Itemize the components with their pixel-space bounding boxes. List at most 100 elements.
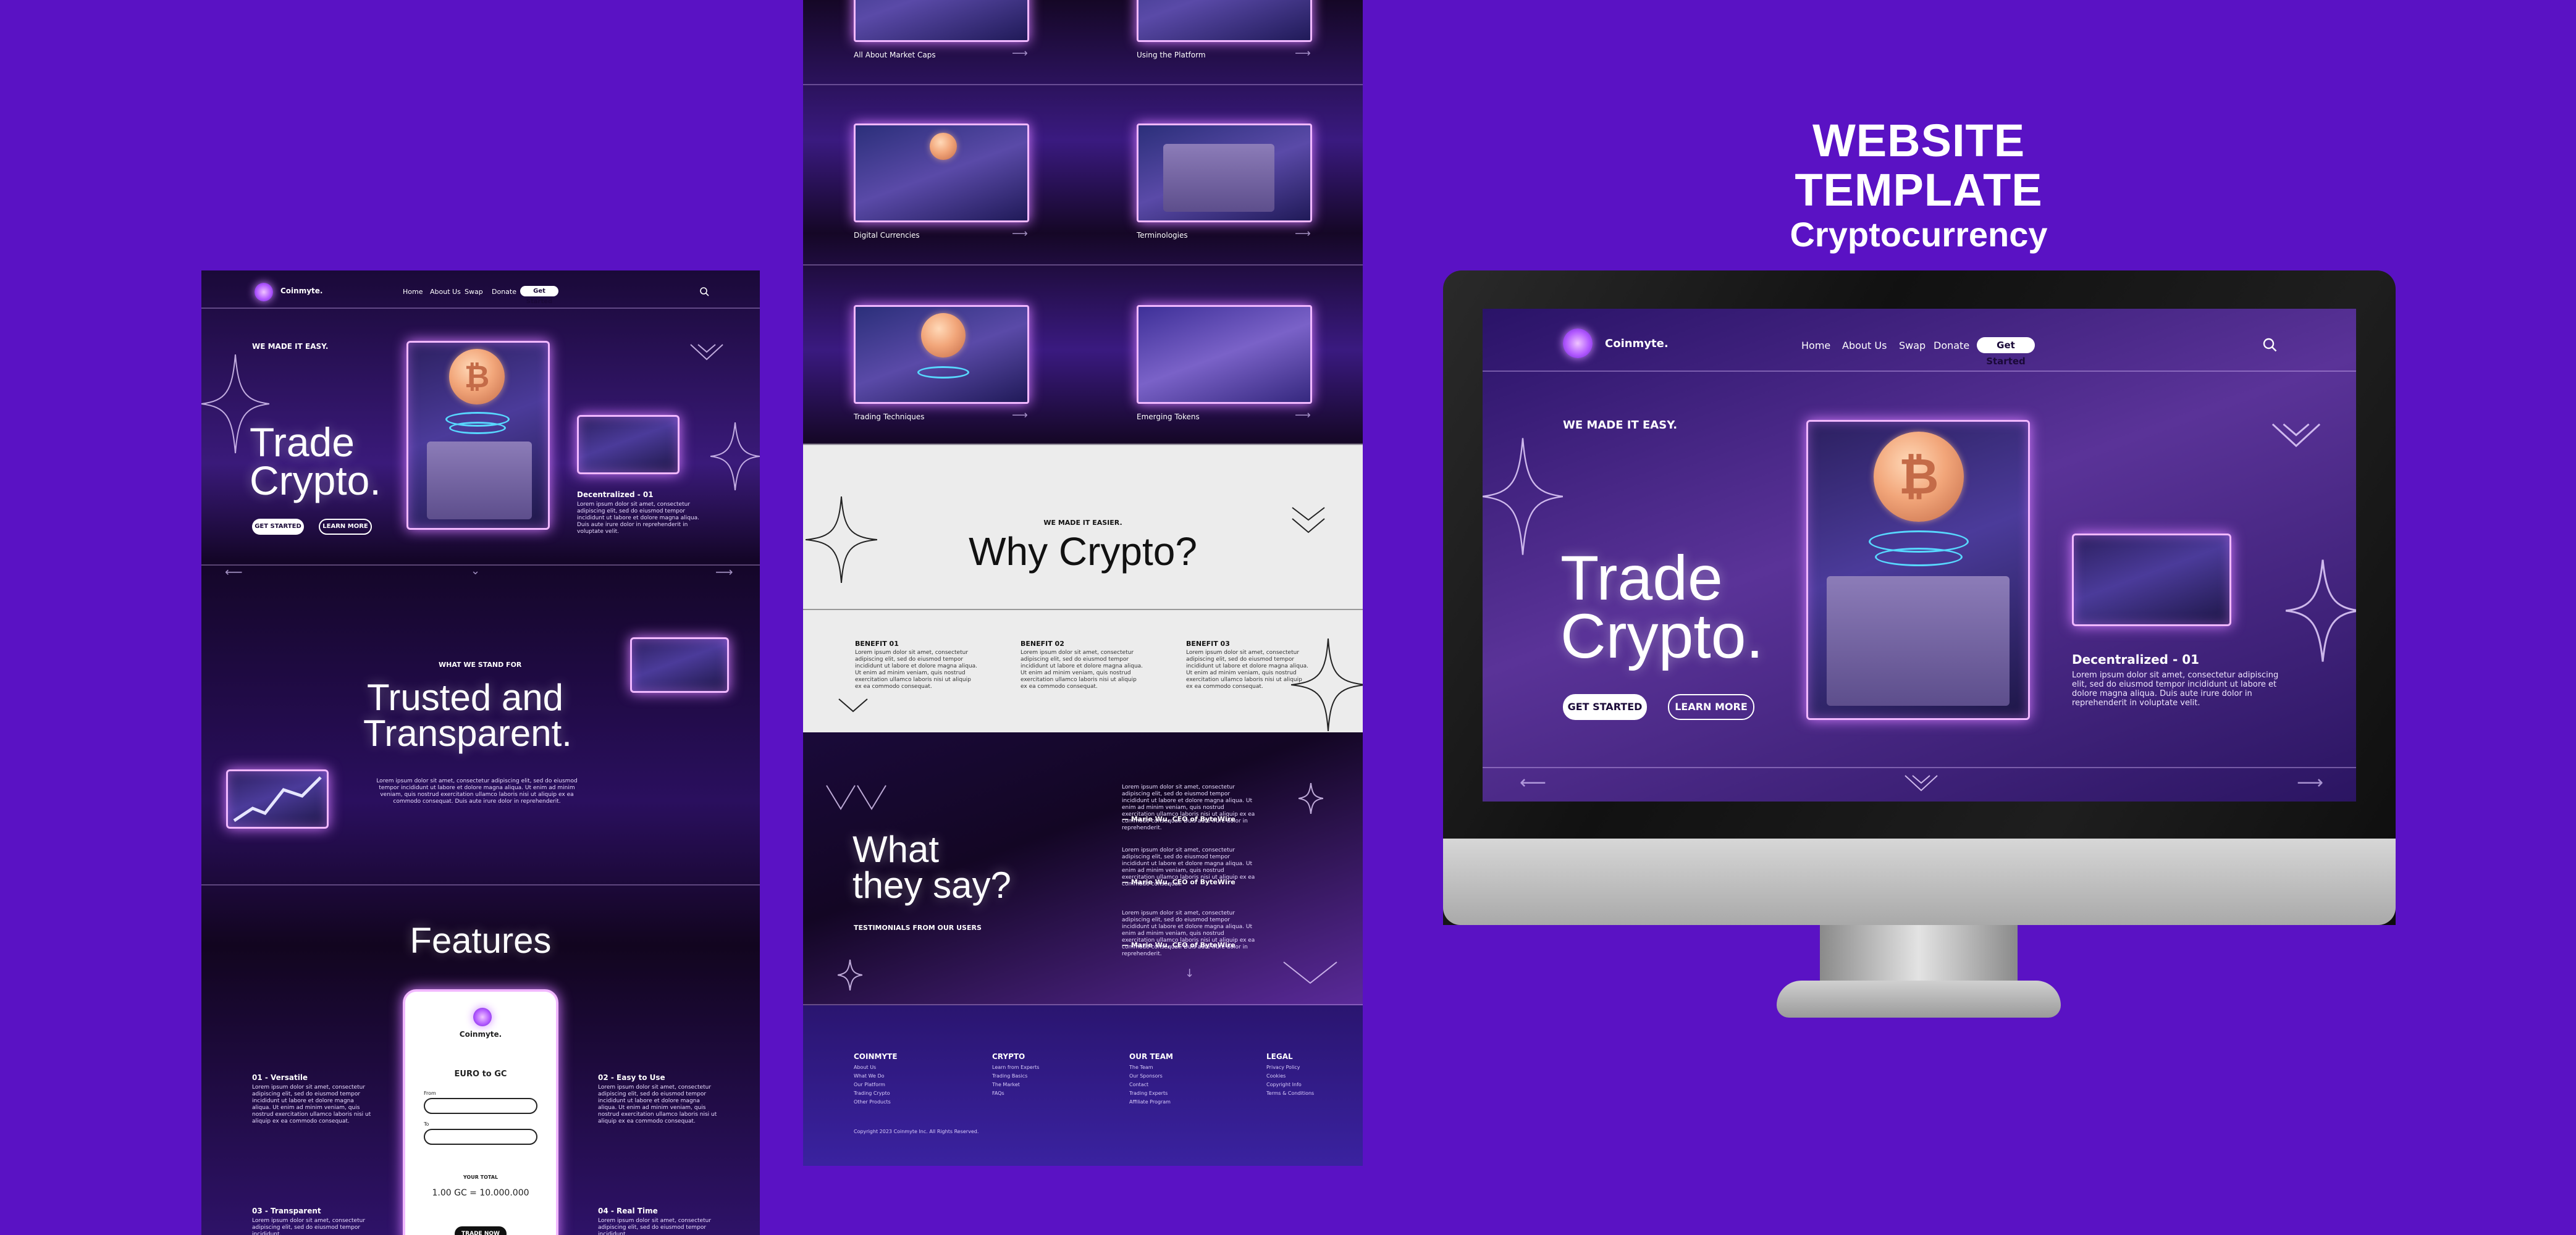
tile-label[interactable]: Terminologies [1137,231,1188,240]
hero-illustration: ₿ [1806,420,2030,720]
monitor-chin [1443,839,2396,925]
nav-about[interactable]: About Us [430,288,461,296]
chevron-down-icon [1283,961,1337,984]
sparkle-icon [1291,638,1363,731]
testimonial-author-2: — Marie Wu, CEO of ByteWire [1122,878,1235,886]
search-icon[interactable] [2262,337,2277,352]
tile-thumbnail[interactable] [1137,124,1312,222]
logo-icon[interactable] [255,283,273,301]
get-started-button[interactable]: Get Started [1977,337,2035,367]
chevron-down-icon[interactable] [1904,774,1938,793]
why-eyebrow: WE MADE IT EASIER. [1043,519,1122,527]
footer-link[interactable]: Copyright Info [1266,1081,1302,1089]
arrow-right-icon[interactable]: ⟶ [1012,47,1028,60]
footer-link[interactable]: Learn from Experts [992,1063,1039,1072]
chevron-down-icon [826,785,886,810]
arrow-right-icon[interactable]: ⟶ [1012,409,1028,422]
tile-label[interactable]: Using the Platform [1137,51,1206,59]
nav-about[interactable]: About Us [1842,340,1887,351]
footer-link[interactable]: Trading Crypto [854,1089,890,1098]
nav-swap[interactable]: Swap [465,288,483,296]
tile-thumbnail[interactable] [1137,305,1312,404]
nav-donate[interactable]: Donate [492,288,516,296]
feature-text-4: Lorem ipsum dolor sit amet, consectetur … [598,1218,712,1235]
ring-decoration [917,366,969,379]
hero-eyebrow: WE MADE IT EASY. [1563,419,1678,432]
search-icon[interactable] [699,287,709,296]
chevron-down-icon[interactable]: ⌄ [471,564,480,577]
footer-link[interactable]: The Team [1129,1063,1153,1072]
hero-card-title: Decentralized - 01 [577,490,654,499]
arrow-right-icon[interactable]: ⟶ [1295,227,1311,240]
hero-learn-more-button[interactable]: LEARN MORE [319,519,372,535]
arrow-left-icon[interactable]: ⟵ [1520,772,1546,793]
feature-title-2: 02 - Easy to Use [598,1073,665,1082]
tile-label[interactable]: Trading Techniques [854,412,925,421]
footer-col-heading: CRYPTO [992,1052,1025,1061]
trade-now-button[interactable]: TRADE NOW [455,1226,507,1235]
logo-icon[interactable] [1563,329,1593,358]
footer-link[interactable]: Trading Experts [1129,1089,1168,1098]
footer-link[interactable]: What We Do [854,1072,885,1081]
from-input[interactable] [424,1098,537,1114]
tile-thumbnail[interactable] [854,124,1029,222]
tile-label[interactable]: All About Market Caps [854,51,936,59]
testimonial-author-3: — Marie Wu, CEO of ByteWire [1122,941,1235,949]
tile-label[interactable]: Emerging Tokens [1137,412,1200,421]
footer-link[interactable]: Affiliate Program [1129,1098,1171,1107]
tile-thumbnail[interactable] [854,0,1029,42]
hero-learn-more-button[interactable]: LEARN MORE [1668,694,1754,720]
benefit-title-3: BENEFIT 03 [1186,640,1230,648]
footer-link[interactable]: Trading Basics [992,1072,1027,1081]
crypto-machine [1163,144,1274,212]
hero-get-started-button[interactable]: GET STARTED [1563,694,1647,720]
feature-title-4: 04 - Real Time [598,1207,658,1215]
sparkle-icon [710,422,760,490]
arrow-right-icon[interactable]: ⟶ [1012,227,1028,240]
footer-link[interactable]: Cookies [1266,1072,1286,1081]
bitcoin-coin-icon: ₿ [1874,432,1964,522]
brand-name[interactable]: Coinmyte. [1605,337,1669,350]
tile-thumbnail[interactable] [1137,0,1312,42]
tile-thumbnail[interactable] [854,305,1029,404]
arrow-right-icon[interactable]: ⟶ [715,564,733,579]
hero-get-started-button[interactable]: GET STARTED [252,519,304,535]
crypto-machine [427,442,532,519]
footer-col-heading: COINMYTE [854,1052,898,1061]
tile-label[interactable]: Digital Currencies [854,231,920,240]
get-started-button[interactable]: Get Started [520,286,558,305]
arrow-right-icon[interactable]: ⟶ [1295,409,1311,422]
landing-page-mockup: Coinmyte. Home About Us Swap Donate Get … [201,270,760,1235]
hero-card-text: Lorem ipsum dolor sit amet, consectetur … [2072,671,2279,708]
bitcoin-coin-icon [921,313,966,358]
footer-link[interactable]: Privacy Policy [1266,1063,1300,1072]
nav-home[interactable]: Home [403,288,423,296]
testimonial-text-1: Lorem ipsum dolor sit amet, consectetur … [1122,784,1255,831]
footer-link[interactable]: Other Products [854,1098,891,1107]
arrow-right-icon[interactable]: ⟶ [1295,47,1311,60]
stand-illustration-right [630,637,729,693]
arrow-left-icon[interactable]: ⟵ [225,564,243,579]
total-label: YOUR TOTAL [463,1174,499,1180]
arrow-right-icon[interactable]: ⟶ [2297,772,2323,793]
footer-link[interactable]: Our Platform [854,1081,885,1089]
chart-line-icon [233,776,322,823]
arrow-down-icon[interactable]: ↓ [1185,967,1194,980]
footer-link[interactable]: Our Sponsors [1129,1072,1163,1081]
footer-link[interactable]: Contact [1129,1081,1148,1089]
nav-donate[interactable]: Donate [1934,340,1969,351]
footer-link[interactable]: FAQs [992,1089,1004,1098]
to-input[interactable] [424,1129,537,1145]
footer-link[interactable]: The Market [992,1081,1020,1089]
brand-name[interactable]: Coinmyte. [280,287,322,295]
stand-text: Lorem ipsum dolor sit amet, consectetur … [376,778,578,805]
feature-title-1: 01 - Versatile [252,1073,308,1082]
stand-eyebrow: WHAT WE STAND FOR [439,661,522,669]
testimonials-subtitle: TESTIMONIALS FROM OUR USERS [854,924,982,932]
testimonials-title-line2: they say? [852,865,1011,906]
nav-home[interactable]: Home [1801,340,1830,351]
footer-link[interactable]: About Us [854,1063,876,1072]
nav-swap[interactable]: Swap [1899,340,1926,351]
footer-link[interactable]: Terms & Conditions [1266,1089,1314,1098]
divider [803,84,1363,85]
